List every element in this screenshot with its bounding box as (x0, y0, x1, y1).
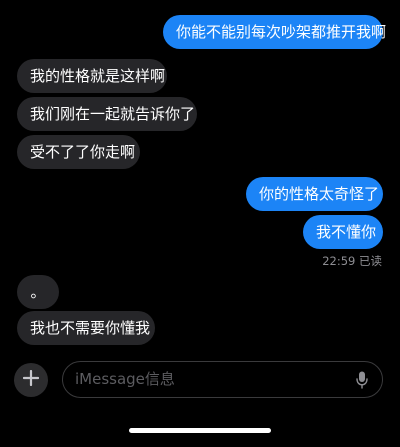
message-bubble-incoming[interactable]: 我也不需要你懂我 (17, 311, 155, 345)
message-text: 你能不能别每次吵架都推开我啊 (176, 23, 387, 41)
message-input-placeholder: iMessage信息 (75, 370, 175, 388)
message-bubble-outgoing[interactable]: 我不懂你 (303, 215, 383, 249)
message-bubble-outgoing[interactable]: 你的性格太奇怪了 (246, 177, 383, 211)
message-text: 你的性格太奇怪了 (259, 185, 380, 203)
message-bubble-outgoing[interactable]: 你能不能别每次吵架都推开我啊 (163, 15, 387, 49)
plus-icon (22, 369, 40, 390)
message-text: 我不懂你 (316, 223, 377, 241)
message-text: 我们刚在一起就告诉你了 (30, 105, 196, 123)
message-bubble-incoming[interactable]: 我们刚在一起就告诉你了 (17, 97, 197, 131)
message-text: 。 (30, 283, 46, 301)
message-text: 受不了了你走啊 (30, 143, 136, 161)
message-input[interactable]: iMessage信息 (62, 361, 383, 398)
microphone-icon[interactable] (356, 371, 368, 393)
message-text: 我的性格就是这样啊 (30, 67, 166, 85)
message-text: 我也不需要你懂我 (30, 319, 151, 337)
message-bubble-incoming[interactable]: 我的性格就是这样啊 (17, 59, 167, 93)
home-indicator[interactable] (129, 428, 271, 433)
message-bubble-incoming[interactable]: 。 (17, 275, 59, 309)
message-bubble-incoming[interactable]: 受不了了你走啊 (17, 135, 140, 169)
read-receipt: 22:59 已读 (322, 254, 382, 268)
add-attachment-button[interactable] (14, 363, 48, 397)
